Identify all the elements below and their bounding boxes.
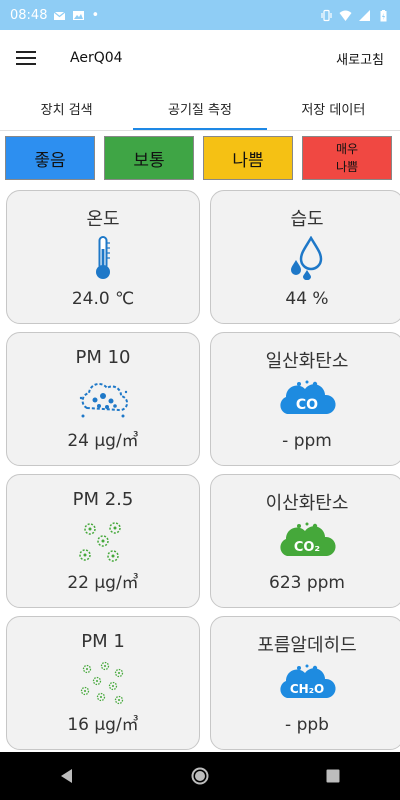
recents-square-icon [326, 769, 340, 783]
nav-recents-button[interactable] [315, 758, 351, 794]
menu-line [16, 57, 36, 59]
card-label: 온도 [86, 209, 120, 230]
legend-very-bad: 매우 나쁨 [302, 136, 392, 180]
tab-air-quality[interactable]: 공기질 측정 [133, 86, 267, 130]
nav-home-button[interactable] [182, 758, 218, 794]
air-quality-legend: 좋음 보통 나쁨 매우 나쁨 [5, 136, 395, 180]
card-formaldehyde[interactable]: 포름알데히드 CH₂O - ppb [210, 616, 400, 750]
card-label: PM 1 [81, 631, 125, 652]
image-icon [72, 9, 85, 22]
water-drops-icon [277, 235, 337, 281]
co-cloud-icon: CO [277, 377, 337, 423]
status-bar: 08:48 • [0, 0, 400, 30]
co2-cloud-text: CO₂ [294, 540, 320, 555]
card-label: 포름알데히드 [257, 635, 357, 656]
co-cloud-text: CO [296, 397, 318, 413]
legend-bad: 나쁨 [203, 136, 293, 180]
ch2o-cloud-text: CH₂O [290, 682, 324, 696]
status-left: 08:48 • [10, 8, 99, 23]
card-label: PM 10 [75, 347, 131, 368]
card-pm25[interactable]: PM 2.5 22 µg/㎥ [6, 474, 200, 608]
app-bar: AerQ04 새로고침 [0, 30, 400, 86]
menu-line [16, 51, 36, 53]
card-value: 44 % [285, 289, 329, 309]
card-co2[interactable]: 이산화탄소 CO₂ 623 ppm [210, 474, 400, 608]
refresh-button[interactable]: 새로고침 [336, 49, 384, 68]
card-label: 일산화탄소 [265, 351, 349, 372]
app-title: AerQ04 [70, 50, 123, 66]
battery-charging-icon [377, 9, 390, 22]
card-co[interactable]: 일산화탄소 CO - ppm [210, 332, 400, 466]
signal-icon [358, 9, 371, 22]
card-label: PM 2.5 [72, 489, 134, 510]
navigation-bar [0, 752, 400, 800]
wifi-icon [339, 9, 352, 22]
card-value: - ppm [282, 431, 332, 451]
card-value: 623 ppm [269, 573, 345, 593]
mail-icon [53, 9, 66, 22]
legend-good: 좋음 [5, 136, 95, 180]
card-value: - ppb [285, 715, 329, 735]
back-triangle-icon [60, 769, 72, 783]
status-dot: • [91, 7, 100, 23]
tab-bar: 장치 검색 공기질 측정 저장 데이터 [0, 86, 400, 130]
legend-normal: 보통 [104, 136, 194, 180]
card-value: 24.0 ℃ [71, 289, 135, 309]
ultrafine-dust-icon [73, 661, 133, 707]
home-circle-icon [191, 767, 209, 785]
card-value: 22 µg/㎥ [67, 573, 139, 593]
card-humidity[interactable]: 습도 44 % [210, 190, 400, 324]
tabs-divider [0, 130, 400, 131]
tab-saved-data[interactable]: 저장 데이터 [267, 86, 400, 130]
menu-line [16, 63, 36, 65]
screen: 08:48 • AerQ04 새로고침 장치 검색 공기질 측정 저장 데이터 … [0, 0, 400, 800]
status-time: 08:48 [10, 7, 48, 23]
dust-cloud-icon [73, 377, 133, 423]
status-right [320, 9, 390, 22]
co2-cloud-icon: CO₂ [277, 519, 337, 565]
card-value: 24 µg/㎥ [67, 431, 139, 451]
menu-button[interactable] [16, 46, 40, 70]
nav-back-button[interactable] [49, 758, 85, 794]
ch2o-cloud-icon: CH₂O [277, 661, 337, 707]
card-label: 습도 [290, 209, 324, 230]
fine-dust-icon [73, 519, 133, 565]
card-pm10[interactable]: PM 10 24 µg/㎥ [6, 332, 200, 466]
vibrate-icon [320, 9, 333, 22]
card-pm1[interactable]: PM 1 16 µg/㎥ [6, 616, 200, 750]
card-value: 16 µg/㎥ [67, 715, 139, 735]
thermometer-icon [73, 235, 133, 281]
card-temperature[interactable]: 온도 24.0 ℃ [6, 190, 200, 324]
card-label: 이산화탄소 [265, 493, 349, 514]
tab-device-search[interactable]: 장치 검색 [0, 86, 133, 130]
